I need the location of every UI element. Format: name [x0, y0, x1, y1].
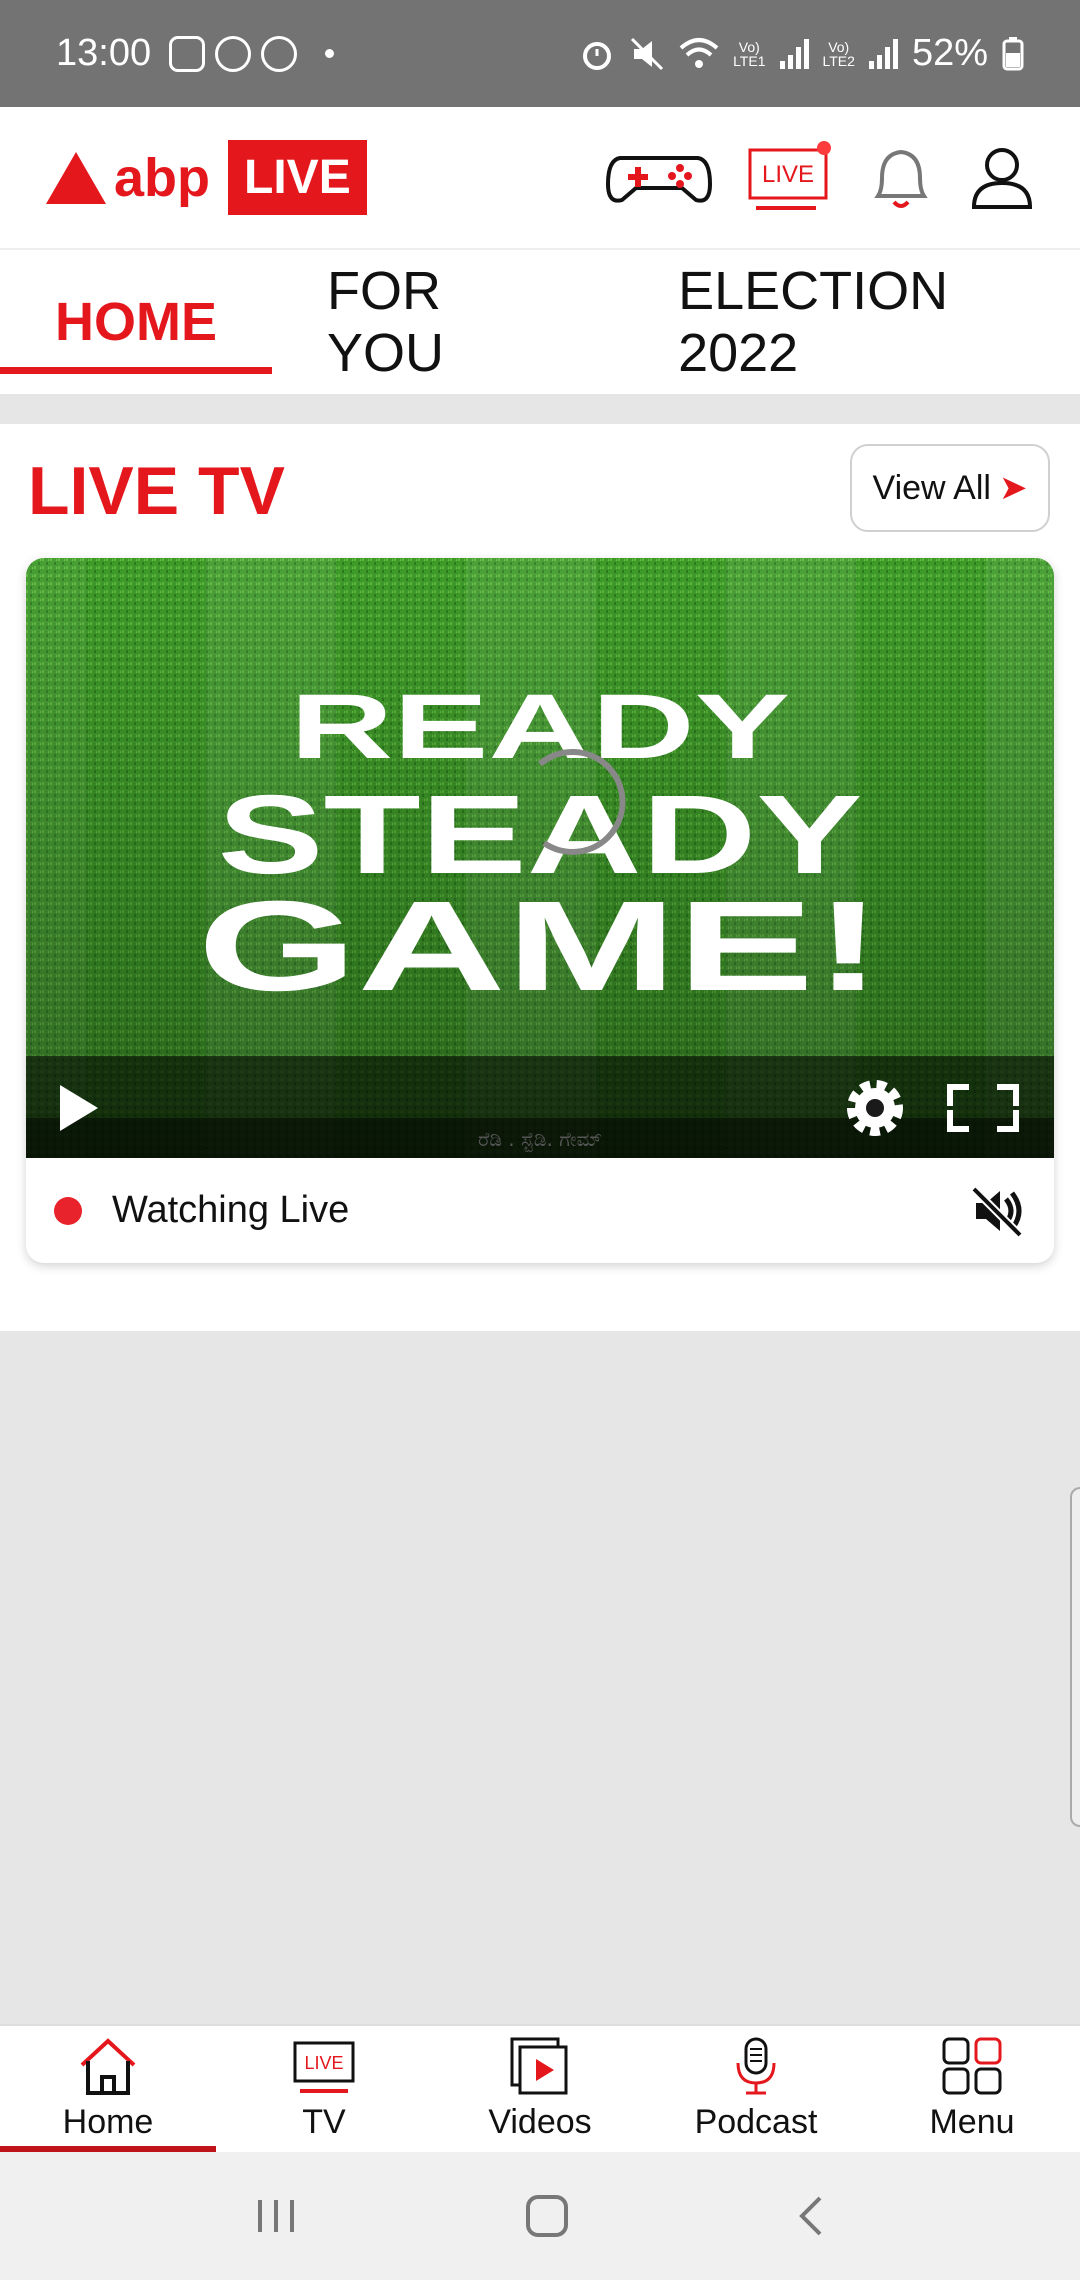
video-status-bar: Watching Live [26, 1158, 1054, 1263]
live-indicator-dot [54, 1196, 82, 1225]
chevron-right-icon: ➤ [998, 469, 1028, 507]
signal-1-icon [779, 38, 809, 69]
battery-icon [1002, 36, 1024, 70]
home-icon [80, 2038, 136, 2095]
back-icon[interactable] [796, 2194, 826, 2238]
logo-abp-text: abp [114, 147, 211, 208]
podcast-icon [736, 2037, 776, 2095]
alarm-icon [583, 41, 612, 70]
nav-menu[interactable]: Menu [864, 2026, 1080, 2152]
nav-menu-label: Menu [929, 2103, 1015, 2141]
status-time: 13:00 [56, 32, 152, 74]
videos-icon [510, 2037, 568, 2095]
tab-home[interactable]: HOME [0, 250, 272, 394]
instagram-icon [169, 35, 206, 72]
live-tv-icon[interactable]: LIVE [748, 140, 832, 216]
signal-2-icon [868, 38, 898, 69]
system-navigation-bar [0, 2152, 1080, 2280]
nav-home-label: Home [62, 2103, 154, 2141]
live-tv-title: LIVE TV [28, 453, 285, 529]
nav-tv-label: TV [302, 2103, 346, 2141]
watching-live-label: Watching Live [112, 1189, 350, 1231]
nav-home[interactable]: Home [0, 2026, 216, 2152]
live-tv-section: LIVE TV View All ➤ READY STEADY GAME! ರೆ… [0, 424, 1080, 1331]
battery-percent: 52% [911, 32, 988, 74]
notification-bell-icon[interactable] [868, 144, 934, 212]
category-tabs: HOME FOR YOU ELECTION 2022 [0, 250, 1080, 394]
nav-tv[interactable]: LIVE TV [216, 2026, 432, 2152]
app-header: abp LIVE LIVE [0, 107, 1080, 250]
video-caption: ರೆಡಿ . ಸ್ಟೆಡಿ. ಗೇಮ್ [478, 1127, 602, 1152]
volume-mute-icon[interactable] [970, 1185, 1026, 1237]
mute-icon [631, 37, 664, 70]
logo-live-text: LIVE [228, 140, 367, 215]
view-all-button[interactable]: View All ➤ [850, 444, 1050, 532]
status-bar: 13:00 Vo) LTE1 Vo) LTE2 52% [0, 0, 1080, 107]
video-player[interactable]: READY STEADY GAME! ರೆಡಿ . ಸ್ಟೆಡಿ. ಗೇಮ್ [26, 558, 1054, 1158]
abp-live-logo[interactable]: abp LIVE [46, 140, 367, 215]
nav-podcast-label: Podcast [694, 2103, 818, 2141]
scroll-handle[interactable] [1070, 1487, 1080, 1827]
tab-for-you[interactable]: FOR YOU [327, 250, 570, 394]
nav-videos[interactable]: Videos [432, 2026, 648, 2152]
user-profile-icon[interactable] [970, 145, 1034, 211]
tv-nav-icon-label: LIVE [304, 2053, 343, 2073]
logo-triangle-icon [46, 151, 106, 204]
gamepad-icon[interactable] [606, 150, 712, 206]
tab-election-2022[interactable]: ELECTION 2022 [678, 250, 1080, 394]
recent-apps-icon[interactable] [254, 2196, 298, 2236]
whatsapp-icon [215, 35, 252, 72]
live-video-card: READY STEADY GAME! ರೆಡಿ . ಸ್ಟೆಡಿ. ಗೇಮ್ W… [26, 558, 1054, 1263]
home-button-icon[interactable] [525, 2194, 569, 2238]
menu-grid-icon [942, 2037, 1002, 2095]
lte2-label: Vo) LTE2 [822, 38, 855, 69]
live-tv-icon-label: LIVE [762, 161, 814, 188]
tv-live-icon: LIVE [293, 2041, 355, 2093]
video-text-game: GAME! [198, 875, 883, 1018]
lte1-label: Vo) LTE1 [733, 38, 766, 69]
notification-dot-icon [325, 49, 335, 58]
bottom-navigation: Home LIVE TV Videos Podcast Menu [0, 2024, 1080, 2152]
nav-videos-label: Videos [488, 2103, 592, 2141]
wifi-icon [679, 37, 719, 68]
nav-podcast[interactable]: Podcast [648, 2026, 864, 2152]
view-all-label: View All [872, 468, 991, 507]
shield-icon [261, 35, 298, 72]
